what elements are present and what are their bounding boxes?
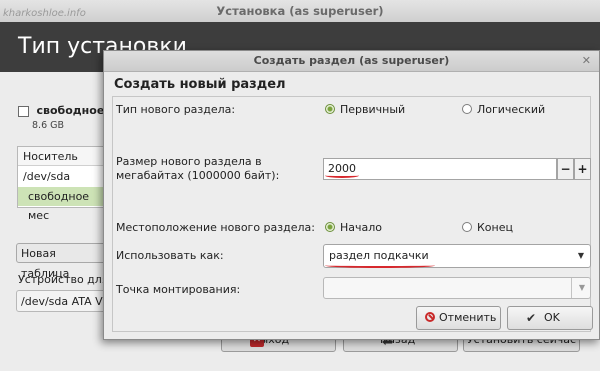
boot-device-label: Устройство для: [18, 273, 109, 286]
create-partition-dialog: Создать раздел (as superuser) ✕ Создать …: [103, 50, 600, 340]
cancel-label: Отменить: [439, 311, 497, 324]
partition-size-input[interactable]: 2000: [323, 158, 557, 180]
boot-device-select[interactable]: /dev/sda ATA V: [16, 290, 108, 312]
dialog-title: Создать раздел (as superuser): [253, 54, 450, 67]
radio-selected-icon: [325, 222, 335, 232]
radio-unselected-icon: [462, 104, 472, 114]
red-annotation-underline: [325, 173, 359, 178]
partition-location-label: Местоположение нового раздела:: [116, 221, 315, 234]
use-as-label: Использовать как:: [116, 249, 224, 262]
partition-table: Носитель /dev/sda свободное мес: [17, 146, 109, 222]
ok-button[interactable]: ✔ OK: [507, 306, 593, 330]
radio-begin-label: Начало: [340, 221, 383, 234]
new-partition-table-button[interactable]: Новая таблица: [16, 243, 108, 280]
chevron-down-icon: ▼: [577, 251, 584, 260]
radio-primary-label: Первичный: [340, 103, 406, 116]
radio-end-label: Конец: [477, 221, 513, 234]
radio-selected-icon: [325, 104, 335, 114]
chevron-down-icon: ▼: [578, 283, 585, 292]
use-as-value: раздел подкачки: [329, 249, 429, 262]
checkmark-icon: ✔: [526, 311, 537, 325]
free-space-size: 8.6 GB: [32, 120, 65, 131]
free-space-checkbox[interactable]: [18, 105, 29, 117]
cancel-button[interactable]: Отменить: [416, 306, 501, 330]
close-icon[interactable]: ✕: [582, 51, 591, 71]
dialog-titlebar: Создать раздел (as superuser) ✕: [104, 51, 599, 72]
table-row-selected[interactable]: свободное мес: [18, 187, 108, 222]
red-annotation-underline: [325, 263, 435, 268]
cancel-icon: [425, 312, 435, 322]
partition-table-header[interactable]: Носитель: [18, 147, 108, 166]
table-row[interactable]: /dev/sda: [18, 167, 108, 186]
radio-logical-label: Логический: [477, 103, 546, 116]
size-increase-button[interactable]: +: [574, 158, 591, 180]
installer-titlebar: kharkoshloe.info Установка (as superuser…: [0, 0, 600, 23]
partition-size-label: Размер нового раздела в мегабайтах (1000…: [116, 155, 280, 182]
installer-title: Установка (as superuser): [216, 4, 384, 18]
radio-unselected-icon: [462, 222, 472, 232]
dialog-heading: Создать новый раздел: [114, 77, 286, 92]
ok-label: OK: [544, 311, 560, 324]
mount-point-label: Точка монтирования:: [116, 283, 241, 296]
size-decrease-button[interactable]: −: [557, 158, 574, 180]
partition-type-label: Тип нового раздела:: [116, 103, 236, 116]
mount-point-select[interactable]: ▼: [323, 277, 591, 299]
mount-dropdown-button[interactable]: ▼: [571, 278, 590, 298]
